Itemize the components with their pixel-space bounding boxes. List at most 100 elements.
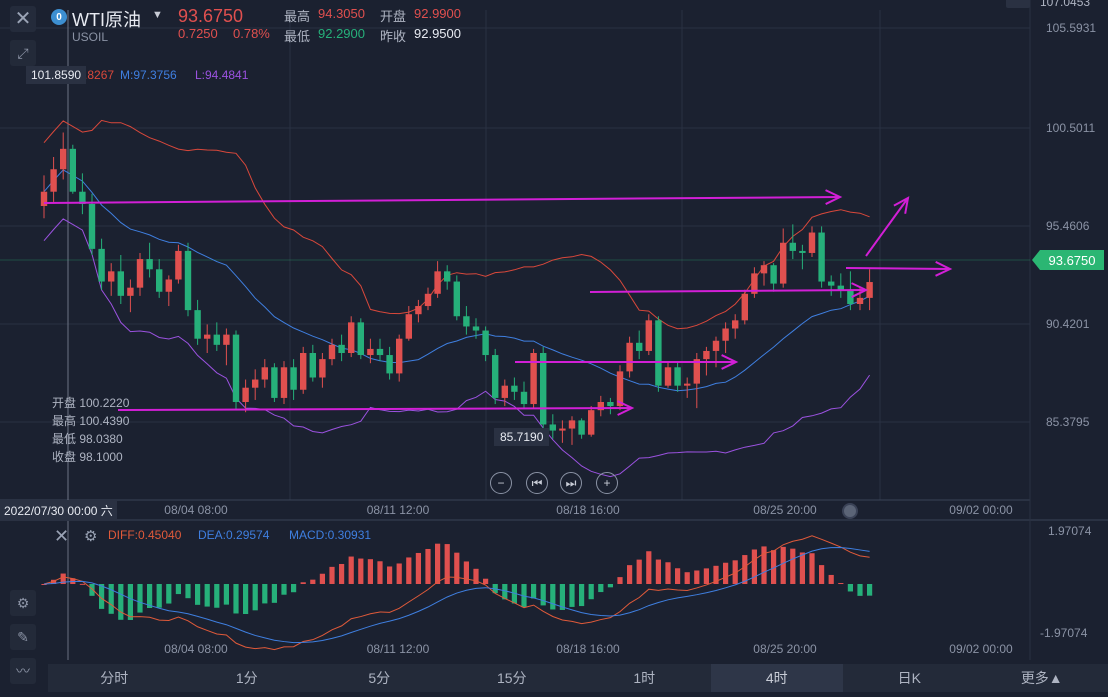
macd-bar (137, 584, 142, 613)
x-tick-label: 08/04 08:00 (164, 642, 228, 656)
scroll-handle[interactable] (842, 503, 858, 519)
candle (50, 157, 56, 202)
candle (444, 265, 450, 290)
indicator-icon[interactable]: ⚙ (10, 590, 36, 616)
candle (175, 245, 181, 284)
candle-body (857, 298, 863, 304)
candle-body (281, 367, 287, 398)
candle-body (377, 349, 383, 355)
macd-bar (416, 553, 421, 584)
timeframe-tabs: 分时1分5分15分1时4时日K更多▲ (48, 664, 1108, 692)
macd-bar (867, 584, 872, 596)
candle-body (319, 359, 325, 377)
grid-lines (0, 0, 1108, 660)
macd-bar (89, 584, 94, 596)
draw-pen-icon[interactable]: ✎ (10, 624, 36, 650)
candle (482, 326, 488, 361)
macd-bar (761, 546, 766, 584)
candle-body (329, 345, 335, 359)
chevron-down-icon[interactable]: ▼ (152, 9, 163, 21)
macd-bar (838, 583, 843, 584)
candle (751, 267, 757, 298)
candle-body (818, 233, 824, 282)
candle-body (838, 286, 844, 290)
candle-body (204, 335, 210, 339)
macd-bar (723, 563, 728, 584)
alarm-icon[interactable] (1006, 0, 1030, 8)
candle-body (655, 320, 661, 385)
timeframe-tab[interactable]: 分时 (48, 664, 181, 692)
high-value: 94.3050 (318, 6, 365, 21)
resistance-arrow (44, 190, 840, 204)
macd-bar (281, 584, 286, 595)
candle (348, 316, 354, 357)
x-tick-label: 08/25 20:00 (753, 642, 817, 656)
timeframe-tab[interactable]: 1时 (578, 664, 711, 692)
boll-mid-value: M:97.3756 (120, 68, 177, 82)
x-tick-label: 08/18 16:00 (556, 642, 620, 656)
skip-forward-icon[interactable]: ⏭ (560, 472, 582, 494)
candle (511, 378, 517, 400)
candle-body (252, 380, 258, 388)
y-tick-label: 90.4201 (1046, 317, 1090, 331)
timeframe-tab[interactable]: 5分 (313, 664, 446, 692)
candle (358, 318, 364, 359)
close-macd-icon[interactable]: ✕ (54, 526, 69, 547)
candle (665, 361, 671, 388)
candle-body (780, 243, 786, 284)
macd-bar (339, 564, 344, 584)
candle (137, 253, 143, 296)
channel-mid-arrow (515, 355, 736, 369)
prev-close-value: 92.9500 (414, 26, 461, 41)
zoom-out-icon[interactable]: − (490, 472, 512, 494)
timeframe-tab[interactable]: 日K (843, 664, 976, 692)
timeframe-tab[interactable]: 1分 (181, 664, 314, 692)
candle (463, 306, 469, 335)
macd-bar (358, 559, 363, 584)
candle-body (348, 322, 354, 353)
candle (454, 275, 460, 320)
close-icon[interactable]: ✕ (10, 6, 36, 32)
line-chart-icon[interactable]: 〰 (10, 658, 36, 684)
candle (722, 322, 728, 353)
macd-bar (790, 549, 795, 584)
candle-body (367, 349, 373, 355)
candle (146, 243, 152, 278)
prev-close-label: 昨收 (380, 26, 406, 45)
timeframe-tab[interactable]: 更多▲ (976, 664, 1108, 692)
macd-bar (541, 584, 546, 605)
timeframe-tab[interactable]: 4时 (711, 664, 844, 692)
candle-body (809, 233, 815, 253)
candle (127, 280, 133, 313)
macd-y-tick: -1.97074 (1040, 626, 1088, 640)
macd-value: MACD:0.30931 (289, 528, 371, 542)
chart-canvas[interactable]: 105.5931100.501195.460690.420185.379508/… (0, 0, 1108, 694)
macd-bar (272, 584, 277, 603)
candle-body (434, 271, 440, 293)
candle-body (70, 149, 76, 192)
macd-bar (617, 577, 622, 584)
candle (166, 275, 172, 306)
open-label: 开盘 (380, 6, 406, 25)
skip-back-icon[interactable]: ⏮ (526, 472, 548, 494)
candle-body (540, 353, 546, 424)
arrow-shaft (590, 290, 866, 292)
symbol-name[interactable]: WTI原油 (72, 6, 141, 32)
boll-lower-value: L:94.4841 (195, 68, 248, 82)
candle (674, 361, 680, 392)
support-arrow (118, 401, 632, 415)
timeframe-tab[interactable]: 15分 (446, 664, 579, 692)
candle (118, 255, 124, 304)
candle-body (290, 367, 296, 389)
horizontal-forecast-arrow (846, 262, 950, 276)
settings-icon[interactable]: ⚙ (84, 527, 97, 545)
macd-bar (579, 584, 584, 606)
candle (780, 228, 786, 287)
zoom-in-icon[interactable]: + (596, 472, 618, 494)
macd-bar (608, 584, 613, 587)
candle-body (166, 280, 172, 292)
expand-icon[interactable]: ⤢ (10, 40, 36, 66)
candle (530, 349, 536, 408)
macd-bar (531, 584, 536, 598)
candle (732, 314, 738, 339)
